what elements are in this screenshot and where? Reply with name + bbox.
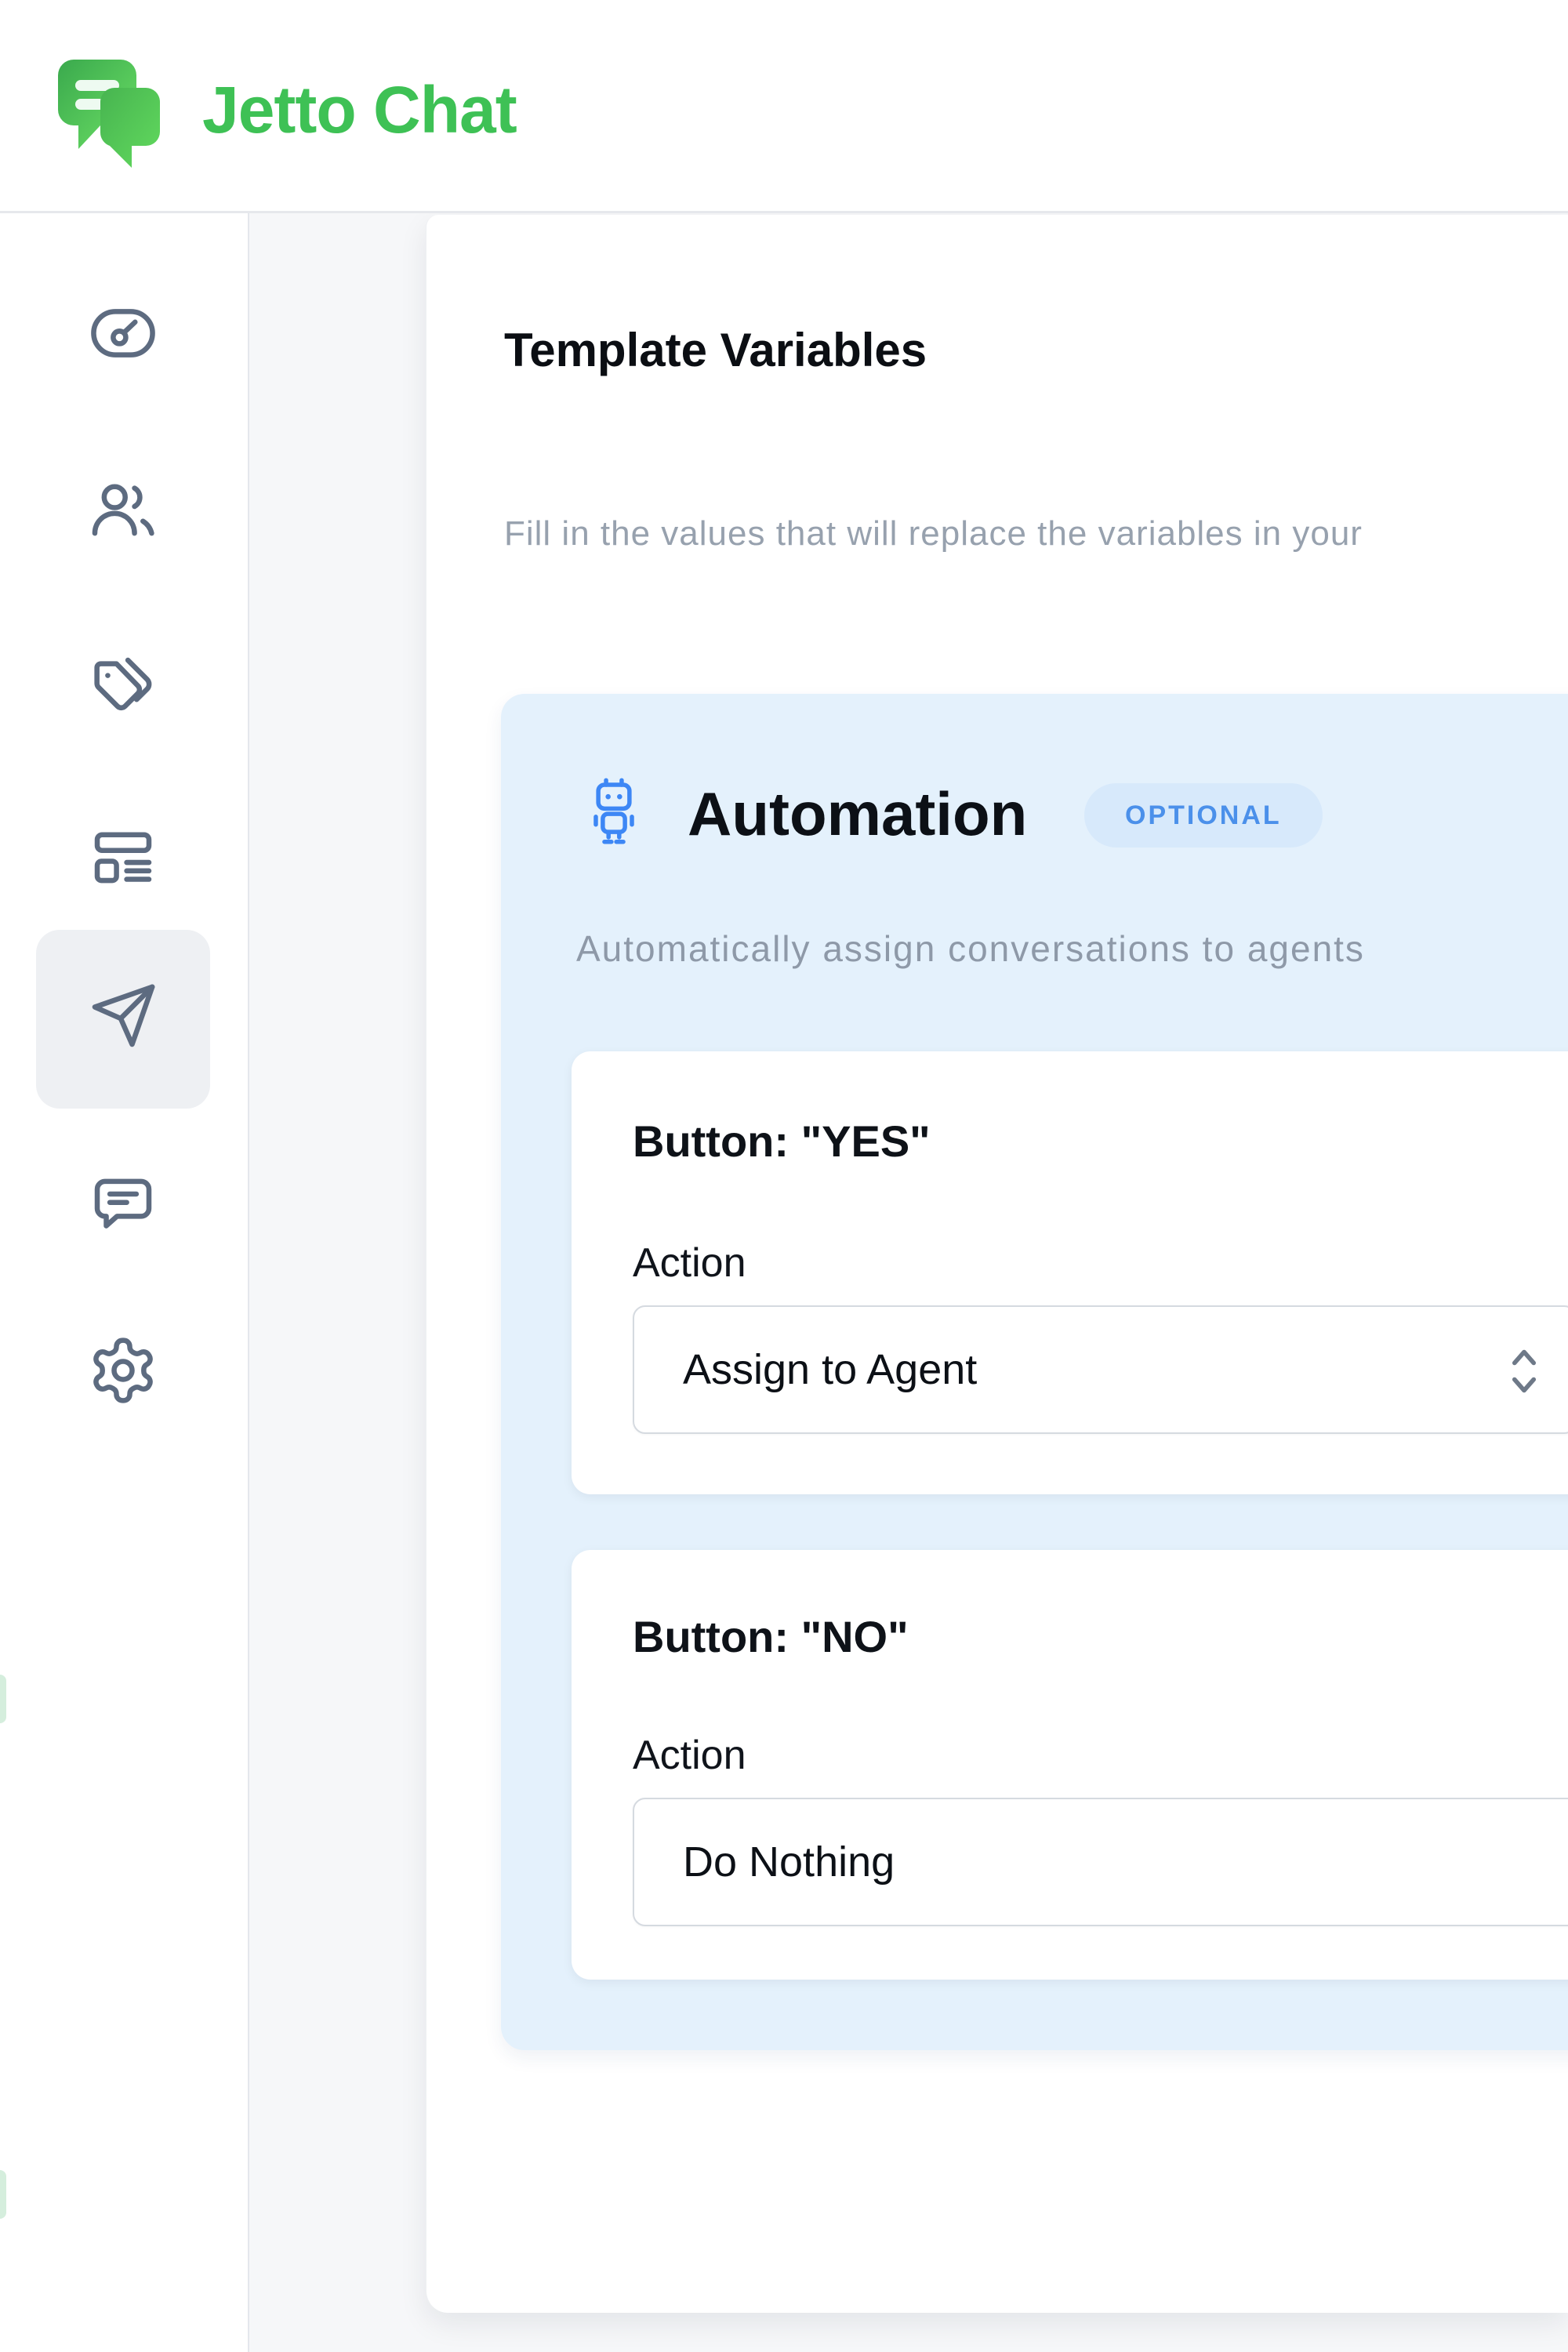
page-subtitle: Fill in the values that will replace the… — [504, 514, 1363, 554]
button-yes-card: Button: "YES" Action Assign to Agent — [572, 1051, 1568, 1494]
button-no-label: Button: "NO" — [633, 1611, 909, 1662]
action-select-no[interactable]: Do Nothing — [633, 1798, 1568, 1926]
action-select-yes[interactable]: Assign to Agent — [633, 1305, 1568, 1434]
gauge-icon — [87, 297, 159, 369]
sidebar-item-tags[interactable] — [87, 650, 159, 722]
automation-description: Automatically assign conversations to ag… — [576, 927, 1365, 970]
gear-icon — [87, 1334, 159, 1406]
action-field-label: Action — [633, 1732, 746, 1779]
optional-badge: OPTIONAL — [1084, 783, 1323, 848]
message-icon — [87, 1168, 159, 1240]
chevron-up-down-icon — [1508, 1343, 1541, 1399]
brand: Jetto Chat — [58, 55, 528, 172]
page-title: Template Variables — [504, 323, 927, 377]
action-field-label: Action — [633, 1240, 746, 1287]
sidebar-item-campaigns[interactable] — [87, 980, 159, 1052]
sidebar-item-conversations[interactable] — [87, 1168, 159, 1240]
sidebar-item-settings[interactable] — [87, 1334, 159, 1406]
cutoff-toast-sliver — [0, 2170, 6, 2219]
button-no-card: Button: "NO" Action Do Nothing — [572, 1550, 1568, 1980]
sidebar-nav — [0, 213, 249, 2352]
send-icon — [87, 980, 159, 1052]
sidebar-item-templates[interactable] — [87, 824, 159, 896]
app-header: Jetto Chat — [0, 0, 1568, 213]
chat-bubbles-logo-icon — [58, 56, 162, 169]
selected-option: Assign to Agent — [683, 1307, 977, 1432]
tags-icon — [87, 650, 159, 722]
layout-list-icon — [87, 824, 159, 896]
button-yes-label: Button: "YES" — [633, 1116, 931, 1167]
brand-name: Jetto Chat — [202, 72, 517, 148]
users-icon — [87, 474, 159, 546]
main-panel: Template Variables Fill in the values th… — [426, 215, 1568, 2313]
sidebar-item-contacts[interactable] — [87, 474, 159, 546]
automation-section-card: Automation OPTIONAL Automatically assign… — [501, 694, 1568, 2050]
selected-option: Do Nothing — [683, 1799, 895, 1925]
automation-title: Automation — [688, 779, 1027, 850]
sidebar-item-dashboard[interactable] — [87, 297, 159, 369]
robot-icon — [587, 775, 641, 848]
cutoff-toast-sliver — [0, 1675, 6, 1723]
